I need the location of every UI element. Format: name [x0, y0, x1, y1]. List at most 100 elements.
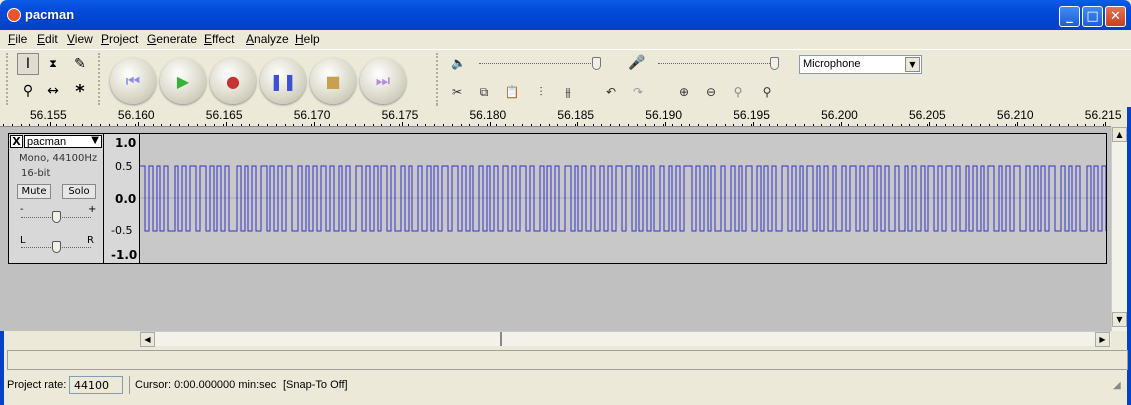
multi-tool-button[interactable]: *: [69, 80, 91, 102]
record-volume-thumb[interactable]: [770, 57, 779, 70]
ruler-minor-tick: [592, 124, 594, 126]
input-source-select[interactable]: Microphone ▼: [799, 55, 922, 74]
trim-button[interactable]: ⫶: [530, 81, 552, 103]
track-name-menu[interactable]: pacman ▼: [24, 135, 102, 148]
ruler-minor-tick: [293, 124, 295, 126]
ruler-minor-tick: [363, 124, 365, 126]
maximize-button[interactable]: □: [1082, 6, 1103, 27]
solo-button[interactable]: Solo: [62, 184, 96, 199]
ruler-minor-tick: [416, 124, 418, 126]
scroll-right-button[interactable]: ▶: [1095, 332, 1110, 347]
menu-generate[interactable]: Generate: [147, 32, 197, 46]
ruler-tick-label: 56.175: [381, 108, 419, 122]
toolbars: I ⧗ ✎ ⚲ ↔ * ⏮ ▶ ● ❚❚ ■ ⏭ 🔈 🎤 Microphone …: [0, 49, 1131, 107]
record-volume-slider[interactable]: [658, 63, 778, 64]
menu-file[interactable]: File: [8, 32, 27, 46]
redo-button[interactable]: ↷: [627, 81, 649, 103]
ruler-minor-tick: [91, 124, 92, 126]
gain-slider-thumb[interactable]: [52, 211, 61, 223]
ruler-tick-mark: [313, 122, 315, 126]
ruler-minor-tick: [1050, 124, 1052, 126]
ruler-minor-tick: [707, 124, 708, 126]
horizontal-scrollbar[interactable]: ◀ ▶: [140, 331, 1111, 347]
track-name: pacman: [27, 136, 67, 148]
empty-track-space[interactable]: [0, 265, 1111, 331]
dropdown-arrow-icon[interactable]: ▼: [905, 57, 920, 72]
ruler-minor-tick: [566, 124, 568, 126]
ruler-minor-tick: [1094, 124, 1096, 126]
zoom-in-button[interactable]: ⊕: [673, 81, 695, 103]
ruler-minor-tick: [979, 124, 981, 126]
skip-end-button[interactable]: ⏭: [360, 58, 406, 104]
toolbar-grip[interactable]: [98, 53, 102, 105]
silence-button[interactable]: ⫵: [557, 81, 579, 103]
resize-grip-icon[interactable]: ◢: [1113, 380, 1121, 391]
undo-button[interactable]: ↶: [600, 81, 622, 103]
ruler-minor-tick: [1076, 124, 1078, 126]
mute-button[interactable]: Mute: [17, 184, 51, 199]
ruler-minor-tick: [64, 124, 66, 126]
amp-label-1: 1.0: [115, 136, 137, 150]
menu-edit[interactable]: Edit: [37, 32, 58, 46]
selection-tool-button[interactable]: I: [17, 53, 39, 75]
ruler-minor-tick: [1103, 124, 1104, 126]
stop-button[interactable]: ■: [310, 58, 356, 104]
toolbar-grip[interactable]: [436, 80, 440, 106]
ruler-minor-tick: [328, 124, 330, 126]
play-button[interactable]: ▶: [160, 58, 206, 104]
fit-selection-button[interactable]: ⚲: [727, 81, 749, 103]
zoom-out-button[interactable]: ⊖: [700, 81, 722, 103]
record-button[interactable]: ●: [210, 58, 256, 104]
ruler-minor-tick: [575, 124, 576, 126]
ruler-minor-tick: [11, 124, 13, 126]
draw-tool-button[interactable]: ✎: [69, 53, 91, 75]
close-button[interactable]: ✕: [1105, 6, 1126, 27]
ruler-minor-tick: [715, 124, 717, 126]
timeline-ruler[interactable]: 56.155 56.160 56.165 56.170 56.175 56.180 56.1…: [0, 107, 1122, 127]
ruler-minor-tick: [284, 124, 286, 126]
copy-button[interactable]: ⧉: [473, 81, 495, 103]
menu-help[interactable]: Help: [295, 32, 320, 46]
project-rate-value: 44100: [74, 379, 109, 392]
menu-analyze[interactable]: Analyze: [246, 32, 289, 46]
cut-button[interactable]: ✂: [446, 81, 468, 103]
waveform-view[interactable]: [140, 133, 1107, 264]
ruler-minor-tick: [1015, 124, 1016, 126]
project-rate-combo[interactable]: 44100: [69, 376, 123, 394]
track-close-button[interactable]: X: [10, 135, 23, 148]
pause-button[interactable]: ❚❚: [260, 58, 306, 104]
scroll-up-button[interactable]: ▲: [1112, 127, 1127, 142]
ruler-minor-tick: [187, 124, 189, 126]
playback-volume-slider[interactable]: [479, 63, 599, 64]
pan-slider-thumb[interactable]: [52, 241, 61, 253]
ruler-minor-tick: [1006, 124, 1008, 126]
pause-icon: ❚❚: [269, 71, 297, 91]
timeshift-tool-button[interactable]: ↔: [42, 80, 64, 102]
zoom-tool-button[interactable]: ⚲: [17, 80, 39, 102]
scroll-thumb[interactable]: [500, 332, 502, 346]
gain-plus-label: +: [88, 204, 97, 215]
skip-start-button[interactable]: ⏮: [110, 58, 156, 104]
envelope-tool-button[interactable]: ⧗: [42, 53, 64, 75]
fit-project-button[interactable]: ⚲: [756, 81, 778, 103]
toolbar-grip[interactable]: [6, 53, 10, 105]
scissors-icon: ✂: [451, 85, 463, 99]
paste-button[interactable]: 📋: [501, 81, 523, 103]
close-icon: ✕: [1110, 9, 1121, 24]
ruler-tick-label: 56.205: [909, 108, 946, 122]
menu-view[interactable]: View: [67, 32, 93, 46]
ruler-minor-tick: [803, 124, 805, 126]
ruler-minor-tick: [601, 124, 603, 126]
playback-volume-thumb[interactable]: [592, 57, 601, 70]
menu-project[interactable]: Project: [101, 32, 138, 46]
ruler-minor-tick: [698, 124, 700, 126]
ruler-minor-tick: [619, 124, 620, 126]
scroll-down-button[interactable]: ▼: [1112, 312, 1127, 327]
scroll-left-button[interactable]: ◀: [140, 332, 155, 347]
ruler-minor-tick: [610, 124, 612, 126]
menu-effect[interactable]: Effect: [204, 32, 234, 46]
ruler-minor-tick: [390, 124, 392, 126]
title-bar[interactable]: pacman _ □ ✕: [0, 0, 1131, 30]
minimize-button[interactable]: _: [1059, 6, 1080, 27]
vertical-scrollbar[interactable]: ▲ ▼: [1111, 127, 1127, 331]
